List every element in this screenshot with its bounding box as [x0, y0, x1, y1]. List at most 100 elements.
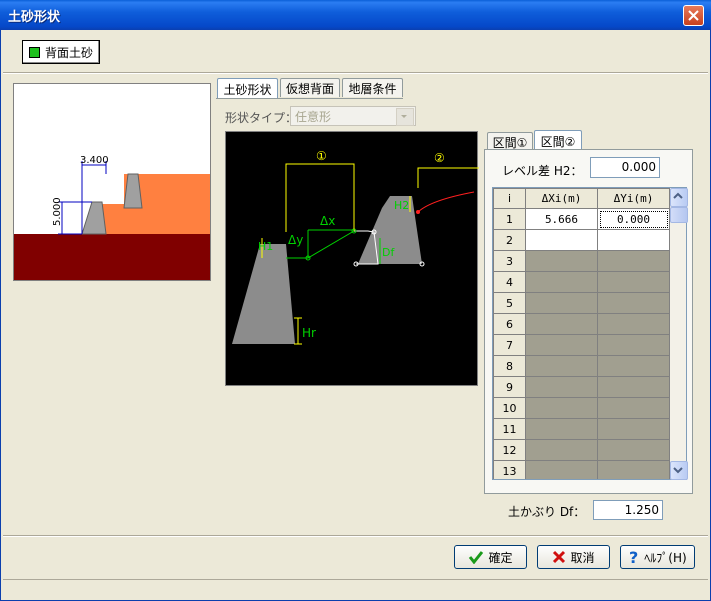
delta-x-cell[interactable]: [525, 292, 598, 314]
delta-x-cell[interactable]: [525, 418, 598, 440]
delta-x-cell[interactable]: [525, 397, 598, 419]
tab-virtual-back[interactable]: 仮想背面: [280, 78, 340, 97]
h1-label: H1: [258, 240, 273, 253]
title-bar: [0, 0, 711, 30]
help-button-label: ﾍﾙﾌﾟ(H): [644, 550, 687, 565]
delta-x-cell[interactable]: [525, 376, 598, 398]
row-index: 3: [493, 250, 526, 272]
row-index: 6: [493, 313, 526, 335]
header-delta-x: ΔXi(m): [525, 188, 598, 209]
row-index: 4: [493, 271, 526, 293]
delta-y-cell[interactable]: [597, 313, 670, 335]
table-row: 1 5.666 0.000: [493, 208, 670, 230]
delta-x-cell[interactable]: [525, 229, 598, 251]
level-diff-label: レベル差 H2：: [502, 164, 583, 178]
tab-section-2[interactable]: 区間②: [534, 130, 582, 151]
delta-y-cell[interactable]: [597, 376, 670, 398]
wall-1: [81, 201, 107, 235]
ok-button[interactable]: 確定: [454, 545, 527, 569]
delta-x-cell[interactable]: 5.666: [525, 208, 598, 230]
table-row: 13: [493, 460, 670, 479]
delta-y-cell[interactable]: [597, 334, 670, 356]
row-index: 11: [493, 418, 526, 440]
delta-x-cell[interactable]: [525, 355, 598, 377]
close-button[interactable]: [683, 5, 704, 26]
coordinate-table: i ΔXi(m) ΔYi(m) 1 5.666 0.000 2 3 4 5 6 7 8 9 10 11 1…: [492, 187, 687, 480]
section-2-label: ②: [434, 151, 445, 165]
preview-drawing: 3.400 5.000: [14, 155, 210, 280]
delta-x-label: Δx: [320, 214, 335, 228]
tab-stratum-conditions[interactable]: 地層条件: [342, 78, 403, 97]
tab-divider: [216, 98, 403, 99]
delta-y-cell[interactable]: [597, 250, 670, 272]
shape-type-select[interactable]: 任意形: [290, 106, 416, 126]
row-index: 10: [493, 397, 526, 419]
table-row: 12: [493, 439, 670, 461]
close-icon: [688, 10, 699, 21]
cover-df-label: 土かぶり Df：: [508, 505, 586, 519]
delta-y-cell[interactable]: 0.000: [597, 208, 670, 230]
shape-type-value: 任意形: [295, 109, 332, 124]
window-title: 土砂形状: [8, 10, 61, 25]
shape-diagram: ① ② Δx Δy H1 H2 Df Hr: [225, 131, 479, 386]
row-index: 5: [493, 292, 526, 314]
table-row: 4: [493, 271, 670, 293]
delta-x-cell[interactable]: [525, 271, 598, 293]
chevron-down-icon: [673, 467, 683, 474]
svg-text:?: ?: [629, 549, 638, 565]
scroll-thumb[interactable]: [670, 207, 688, 223]
ground-layer: [14, 234, 210, 280]
table-row: 9: [493, 376, 670, 398]
table-row: 3: [493, 250, 670, 272]
x-icon: [553, 550, 566, 564]
delta-y-cell[interactable]: [597, 355, 670, 377]
delta-y-cell[interactable]: [597, 439, 670, 461]
delta-y-cell[interactable]: [597, 229, 670, 251]
hr-label: Hr: [302, 326, 316, 340]
header-delta-y: ΔYi(m): [597, 188, 670, 209]
dropdown-button[interactable]: [396, 108, 414, 126]
df-label: Df: [382, 246, 395, 259]
question-icon: ?: [629, 549, 638, 565]
chevron-up-icon: [673, 192, 683, 199]
table-row: 5: [493, 292, 670, 314]
cancel-button[interactable]: 取消: [537, 545, 610, 569]
tab-soil-shape[interactable]: 土砂形状: [217, 78, 278, 99]
table-row: 10: [493, 397, 670, 419]
delta-x-cell[interactable]: [525, 334, 598, 356]
table-row: 8: [493, 355, 670, 377]
header-index: i: [493, 188, 526, 209]
section-1-label: ①: [316, 149, 327, 163]
table-scrollbar[interactable]: [670, 188, 688, 480]
cover-df-input[interactable]: 1.250: [593, 500, 663, 520]
shape-type-label: 形状タイプ：: [225, 111, 298, 125]
table-row: 6: [493, 313, 670, 335]
delta-y-cell[interactable]: [597, 292, 670, 314]
back-soil-layer-button[interactable]: 背面土砂: [22, 40, 100, 64]
preview-dim-width: 3.400: [80, 155, 109, 166]
delta-y-cell[interactable]: [597, 397, 670, 419]
row-index: 7: [493, 334, 526, 356]
delta-x-cell[interactable]: [525, 460, 598, 479]
delta-x-cell[interactable]: [525, 313, 598, 335]
delta-x-cell[interactable]: [525, 250, 598, 272]
table-row: 7: [493, 334, 670, 356]
status-bar: [3, 579, 708, 597]
level-diff-input[interactable]: 0.000: [590, 157, 660, 178]
delta-y-cell[interactable]: [597, 418, 670, 440]
scroll-up-button[interactable]: [670, 188, 688, 207]
scroll-down-button[interactable]: [670, 461, 688, 480]
row-index: 8: [493, 355, 526, 377]
separator: [3, 535, 708, 537]
delta-y-cell[interactable]: [597, 271, 670, 293]
diagram-drawing: ① ② Δx Δy H1 H2 Df Hr: [232, 149, 479, 345]
row-index: 1: [493, 208, 526, 230]
delta-y-cell[interactable]: [597, 460, 670, 479]
delta-x-cell[interactable]: [525, 439, 598, 461]
row-index: 9: [493, 376, 526, 398]
preview-pane: 3.400 5.000: [13, 83, 211, 281]
separator: [3, 72, 708, 74]
diagram-wall-1: [232, 244, 295, 344]
back-soil-fill: [102, 174, 210, 234]
help-button[interactable]: ? ﾍﾙﾌﾟ(H): [620, 545, 695, 569]
